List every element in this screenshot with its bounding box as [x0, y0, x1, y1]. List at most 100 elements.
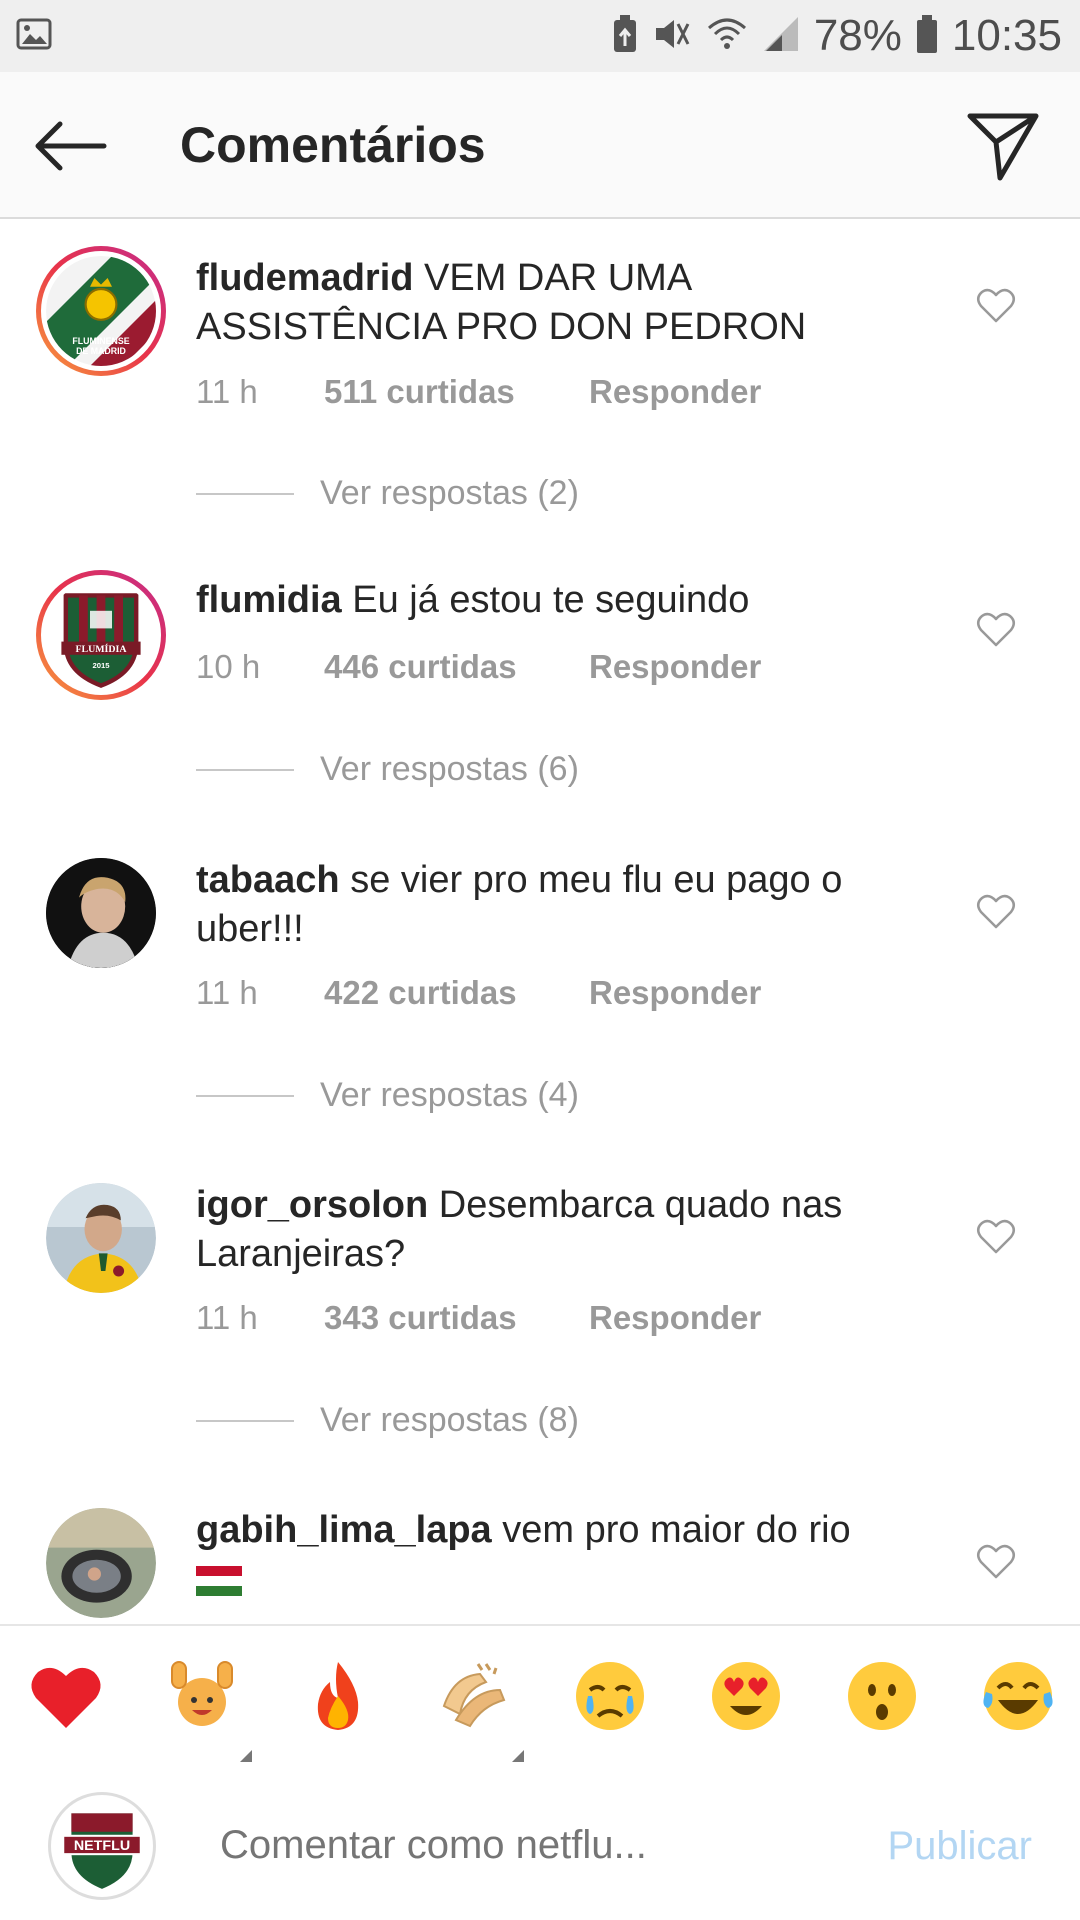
- view-replies-button[interactable]: Ver respostas (4): [196, 1076, 579, 1115]
- battery-icon: [916, 14, 938, 59]
- view-replies-label: Ver respostas (2): [320, 474, 579, 512]
- emoji-quick-bar: [0, 1624, 1080, 1772]
- comment-time: 11 h: [196, 1299, 258, 1336]
- svg-text:NETFLU: NETFLU: [74, 1838, 130, 1854]
- comment-input[interactable]: [218, 1822, 842, 1869]
- comment-username[interactable]: fludemadrid: [196, 257, 413, 299]
- back-arrow-icon: [35, 121, 107, 171]
- like-button[interactable]: [976, 612, 1016, 648]
- heart-outline-icon: [977, 1219, 1015, 1254]
- avatar[interactable]: FLUMÍDIA 2015: [36, 570, 166, 700]
- page-title: Comentários: [180, 117, 486, 173]
- raising-hands-emoji-button[interactable]: [162, 1656, 242, 1736]
- avatar[interactable]: FLUMINENSE DE MADRID: [36, 246, 166, 376]
- comment-likes[interactable]: 446 curtidas: [324, 648, 589, 686]
- comment-time: 11 h: [196, 974, 258, 1011]
- svg-text:DE MADRID: DE MADRID: [76, 346, 126, 356]
- avatar[interactable]: [46, 1183, 156, 1293]
- surprised-face-icon: [848, 1662, 916, 1730]
- reply-button[interactable]: Responder: [589, 1299, 761, 1337]
- comment-meta: 11 h 511 curtidas Responder: [196, 373, 761, 411]
- view-replies-button[interactable]: Ver respostas (8): [196, 1401, 579, 1440]
- clock: 10:35: [951, 11, 1062, 60]
- hungary-flag-icon: [196, 1565, 242, 1596]
- battery-saver-icon: [612, 14, 638, 59]
- crying-face-icon: [576, 1662, 644, 1730]
- comment-username[interactable]: flumidia: [196, 579, 342, 621]
- user-photo: [46, 858, 156, 968]
- reply-button[interactable]: Responder: [589, 974, 761, 1012]
- like-button[interactable]: [976, 288, 1016, 324]
- replies-divider: [196, 1419, 294, 1422]
- current-user-avatar: NETFLU: [48, 1792, 156, 1900]
- user-photo: [46, 1508, 156, 1618]
- user-photo: [46, 1183, 156, 1293]
- skin-tone-indicator: [240, 1750, 252, 1762]
- status-bar: 78% 10:35: [0, 0, 1080, 72]
- like-button[interactable]: [976, 1219, 1016, 1255]
- heart-outline-icon: [977, 612, 1015, 647]
- mute-icon: [652, 14, 692, 59]
- comment-meta: 10 h 446 curtidas Responder: [196, 648, 761, 686]
- skin-tone-indicator: [512, 1750, 524, 1762]
- comment-body: Eu já estou te seguindo: [352, 579, 750, 621]
- comment-composer: NETFLU Publicar: [0, 1770, 1080, 1920]
- replies-divider: [196, 768, 294, 771]
- comment-text: igor_orsolon Desembarca quado nas Laranj…: [196, 1181, 906, 1279]
- share-button[interactable]: [964, 106, 1042, 184]
- comment-likes[interactable]: 343 curtidas: [324, 1299, 589, 1337]
- view-replies-button[interactable]: Ver respostas (2): [196, 474, 579, 513]
- clapping-hands-emoji-button[interactable]: [434, 1656, 514, 1736]
- gallery-notification-icon: [16, 18, 52, 55]
- signal-icon: [762, 15, 800, 58]
- comment-meta: 11 h 422 curtidas Responder: [196, 974, 761, 1012]
- comment-username[interactable]: tabaach: [196, 859, 340, 901]
- comment-likes[interactable]: 422 curtidas: [324, 974, 589, 1012]
- comment-text: tabaach se vier pro meu flu eu pago o ub…: [196, 856, 906, 954]
- tears-of-joy-emoji-button[interactable]: [978, 1656, 1058, 1736]
- svg-text:2015: 2015: [92, 661, 110, 670]
- svg-text:FLUMÍDIA: FLUMÍDIA: [75, 643, 127, 655]
- replies-divider: [196, 492, 294, 495]
- flumidia-logo: FLUMÍDIA 2015: [46, 580, 156, 690]
- publish-button[interactable]: Publicar: [887, 1824, 1032, 1869]
- battery-percent: 78%: [813, 11, 902, 60]
- tears-of-joy-face-icon: [983, 1662, 1053, 1730]
- comment-text: fludemadrid VEM DAR UMA ASSISTÊNCIA PRO …: [196, 254, 906, 352]
- red-heart-emoji-button[interactable]: [26, 1656, 106, 1736]
- comment-username[interactable]: gabih_lima_lapa: [196, 1509, 492, 1551]
- surprised-face-emoji-button[interactable]: [842, 1656, 922, 1736]
- reply-button[interactable]: Responder: [589, 648, 761, 686]
- wifi-icon: [706, 14, 748, 59]
- comment-username[interactable]: igor_orsolon: [196, 1184, 428, 1226]
- comment-body: vem pro maior do rio: [502, 1509, 851, 1551]
- like-button[interactable]: [976, 894, 1016, 930]
- fire-icon: [317, 1662, 359, 1730]
- like-button[interactable]: [976, 1544, 1016, 1580]
- view-replies-label: Ver respostas (4): [320, 1076, 579, 1114]
- top-bar: Comentários: [0, 72, 1080, 219]
- avatar[interactable]: [46, 1508, 156, 1618]
- comment-text: flumidia Eu já estou te seguindo: [196, 576, 906, 625]
- crying-face-emoji-button[interactable]: [570, 1656, 650, 1736]
- netflu-logo: NETFLU: [62, 1813, 142, 1889]
- back-button[interactable]: [30, 116, 110, 176]
- view-replies-label: Ver respostas (8): [320, 1401, 579, 1439]
- comment-likes[interactable]: 511 curtidas: [324, 373, 589, 411]
- raising-hands-icon: [171, 1661, 233, 1726]
- heart-eyes-emoji-button[interactable]: [706, 1656, 786, 1736]
- paper-plane-icon: [967, 113, 1039, 181]
- heart-outline-icon: [977, 894, 1015, 929]
- avatar[interactable]: [46, 858, 156, 968]
- reply-button[interactable]: Responder: [589, 373, 761, 411]
- view-replies-button[interactable]: Ver respostas (6): [196, 750, 579, 789]
- svg-text:FLUMINENSE: FLUMINENSE: [72, 336, 129, 346]
- fire-emoji-button[interactable]: [298, 1656, 378, 1736]
- fluminense-de-madrid-logo: FLUMINENSE DE MADRID: [46, 256, 156, 366]
- red-heart-icon: [31, 1667, 101, 1728]
- comment-time: 10 h: [196, 648, 261, 685]
- comment-meta: 11 h 343 curtidas Responder: [196, 1299, 761, 1337]
- replies-divider: [196, 1094, 294, 1097]
- heart-eyes-face-icon: [712, 1662, 780, 1730]
- comment-time: 11 h: [196, 373, 258, 410]
